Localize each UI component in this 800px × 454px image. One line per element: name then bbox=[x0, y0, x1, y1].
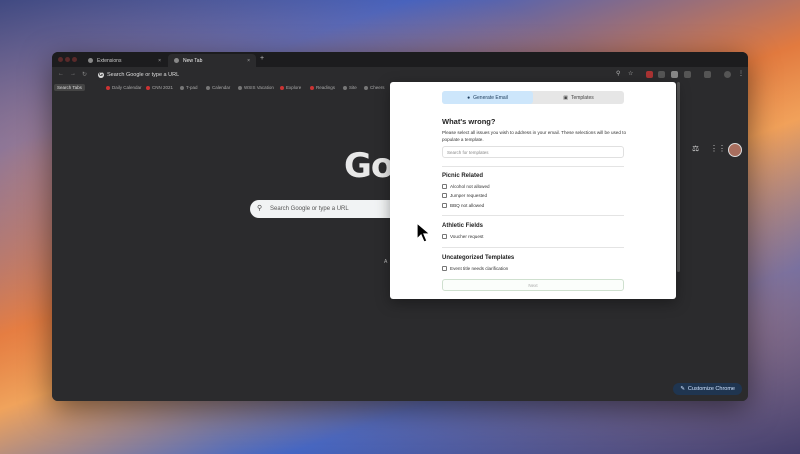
back-icon[interactable]: ← bbox=[58, 71, 64, 77]
google-search-placeholder: Search Google or type a URL bbox=[270, 206, 349, 212]
tab-generate-email[interactable]: ● Generate Email bbox=[442, 91, 533, 104]
checkbox-bbq-not-allowed[interactable]: BBQ not allowed bbox=[442, 203, 484, 208]
tab-extensions[interactable]: Extensions × bbox=[82, 54, 167, 67]
checkbox-icon[interactable] bbox=[442, 234, 447, 239]
divider bbox=[442, 247, 624, 248]
maximize-window-icon[interactable] bbox=[72, 57, 77, 62]
google-icon: G bbox=[98, 72, 104, 78]
new-tab-button[interactable]: + bbox=[260, 55, 264, 62]
bookmark-icon bbox=[280, 85, 284, 90]
reload-icon[interactable]: ↻ bbox=[82, 71, 87, 78]
search-icon: ⚲ bbox=[257, 205, 263, 212]
template-search-input[interactable]: Search for templates bbox=[442, 146, 624, 158]
checkbox-alcohol-not-allowed[interactable]: Alcohol not allowed bbox=[442, 184, 490, 189]
tab-bar: Extensions × New Tab × + bbox=[52, 52, 748, 67]
page-title: What's wrong? bbox=[442, 117, 496, 126]
checkbox-icon[interactable] bbox=[442, 266, 447, 271]
bookmark-icon bbox=[364, 85, 368, 90]
tab-label: Generate Email bbox=[473, 94, 508, 101]
tab-label: Extensions bbox=[97, 57, 122, 64]
address-bar-placeholder: Search Google or type a URL bbox=[107, 72, 180, 78]
minimize-window-icon[interactable] bbox=[65, 57, 70, 62]
section-title-picnic: Picnic Related bbox=[442, 173, 484, 179]
forward-icon[interactable]: → bbox=[70, 71, 76, 77]
close-tab-icon[interactable]: × bbox=[247, 58, 250, 64]
zoom-icon[interactable]: ⚲ bbox=[616, 70, 623, 77]
bookmark-icon bbox=[206, 85, 210, 90]
checkbox-icon[interactable] bbox=[442, 184, 447, 189]
browser-toolbar: ← → ↻ G Search Google or type a URL ⚲ ☆ … bbox=[52, 67, 748, 83]
section-title-athletic: Athletic Fields bbox=[442, 223, 484, 229]
bookmark-item[interactable]: WSIS Vacation bbox=[238, 85, 274, 90]
extension-red-icon[interactable] bbox=[646, 71, 653, 78]
lightbulb-icon: ● bbox=[467, 94, 471, 101]
bookmark-icon bbox=[180, 85, 184, 90]
bookmark-item[interactable]: Readings bbox=[310, 85, 335, 90]
popup-scrollbar[interactable] bbox=[677, 82, 680, 272]
tab-label: New Tab bbox=[183, 57, 203, 64]
bookmark-icon bbox=[310, 85, 314, 90]
checkbox-voucher-request[interactable]: Voucher request bbox=[442, 234, 483, 239]
search-placeholder: Search for templates bbox=[447, 149, 489, 155]
bookmark-item[interactable]: Calendar bbox=[206, 85, 230, 90]
google-logo: Go bbox=[344, 146, 394, 186]
apps-grid-icon[interactable]: ⋮⋮ bbox=[710, 144, 726, 153]
checkbox-jumper-requested[interactable]: Jumper requested bbox=[442, 193, 487, 198]
bookmark-item[interactable]: Explore bbox=[280, 85, 301, 90]
bookmark-item[interactable]: Site bbox=[343, 85, 357, 90]
star-icon[interactable]: ☆ bbox=[628, 70, 635, 77]
divider bbox=[442, 215, 624, 216]
search-tabs-button[interactable]: Search Tabs bbox=[54, 84, 85, 91]
menu-icon[interactable]: ⋮ bbox=[738, 70, 745, 77]
checkbox-icon[interactable] bbox=[442, 193, 447, 198]
template-icon: ▣ bbox=[563, 94, 568, 101]
instructions-text: Please select all issues you wish to add… bbox=[442, 130, 627, 142]
bookmark-item[interactable]: Cheers bbox=[364, 85, 385, 90]
address-bar[interactable]: G Search Google or type a URL bbox=[95, 69, 635, 81]
next-button[interactable]: Next bbox=[442, 279, 624, 291]
bookmark-item[interactable]: CNN 2021 bbox=[146, 85, 173, 90]
puzzle-icon bbox=[88, 58, 93, 63]
tab-new-tab[interactable]: New Tab × bbox=[168, 54, 256, 67]
avatar[interactable] bbox=[728, 143, 742, 157]
sidepanel-icon[interactable] bbox=[704, 71, 711, 78]
extension-popup: ● Generate Email ▣ Templates What's wron… bbox=[390, 82, 676, 299]
customize-chrome-button[interactable]: ✎ Customize Chrome bbox=[673, 383, 742, 395]
divider bbox=[442, 166, 624, 167]
bookmark-icon bbox=[106, 85, 110, 90]
bookmark-icon bbox=[238, 85, 242, 90]
extensions-puzzle-icon[interactable] bbox=[684, 71, 691, 78]
checkbox-icon[interactable] bbox=[442, 203, 447, 208]
pencil-icon: ✎ bbox=[680, 386, 685, 392]
close-tab-icon[interactable]: × bbox=[158, 58, 161, 64]
labs-icon[interactable]: ⚖ bbox=[692, 144, 699, 153]
bookmark-icon bbox=[146, 85, 150, 90]
bookmark-item[interactable]: Daily Calendar bbox=[106, 85, 142, 90]
bookmark-item[interactable]: T-pad bbox=[180, 85, 198, 90]
chrome-icon bbox=[174, 58, 179, 63]
bookmark-icon bbox=[343, 85, 347, 90]
mouse-cursor-icon bbox=[416, 222, 432, 243]
profile-icon[interactable] bbox=[724, 71, 731, 78]
shortcut-hint: A bbox=[384, 259, 388, 265]
section-title-uncategorized: Uncategorized Templates bbox=[442, 255, 515, 261]
tab-label: Templates bbox=[570, 94, 594, 101]
tab-templates[interactable]: ▣ Templates bbox=[533, 91, 624, 104]
close-window-icon[interactable] bbox=[58, 57, 63, 62]
extension-active-icon[interactable] bbox=[671, 71, 678, 78]
popup-tabs: ● Generate Email ▣ Templates bbox=[442, 91, 624, 104]
extension-icon[interactable] bbox=[658, 71, 665, 78]
customize-chrome-label: Customize Chrome bbox=[687, 386, 735, 392]
checkbox-event-title-clarification[interactable]: Event title needs clarification bbox=[442, 266, 508, 271]
